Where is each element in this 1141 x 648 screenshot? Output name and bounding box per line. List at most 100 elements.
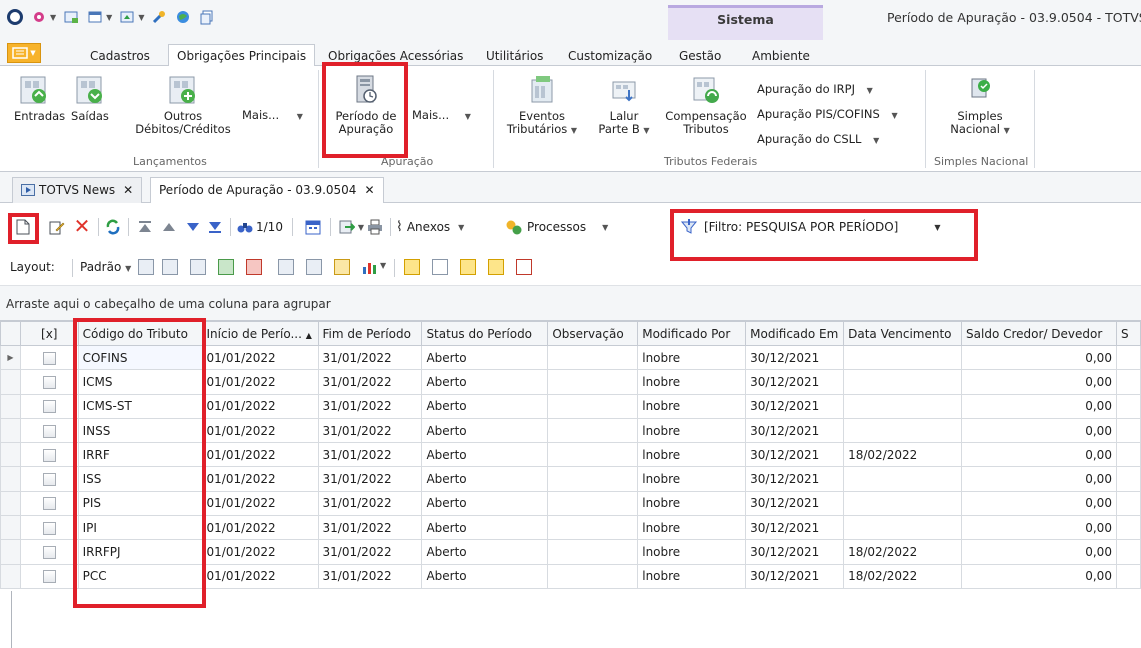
cell-status-periodo[interactable]: Aberto (421, 539, 549, 565)
chevron-down-icon[interactable]: ▼ (106, 13, 112, 22)
row-checkbox[interactable] (42, 351, 56, 365)
cell-data-vencimento[interactable]: 18/02/2022 (843, 563, 963, 589)
group-by-panel[interactable]: Arraste aqui o cabeçalho de uma coluna p… (0, 285, 1141, 321)
table-row[interactable]: ICMS 01/01/2022 31/01/2022 Aberto lnobre 30/1… (0, 369, 1141, 395)
close-icon[interactable]: ✕ (123, 183, 133, 197)
layout-import-icon[interactable] (246, 259, 262, 275)
cell-s[interactable] (1115, 515, 1141, 541)
row-indicator[interactable] (0, 539, 21, 565)
report-icon[interactable] (118, 8, 136, 26)
new-record-icon[interactable] (14, 218, 32, 236)
chart-icon[interactable] (362, 259, 378, 275)
cell-data-vencimento[interactable] (843, 466, 963, 492)
cell-data-vencimento[interactable] (843, 393, 963, 419)
layout-grid-icon[interactable] (190, 259, 206, 275)
entradas-button[interactable]: Entradas (14, 74, 65, 123)
row-checkbox[interactable] (42, 546, 56, 560)
cell-fim-periodo[interactable]: 31/01/2022 (317, 466, 423, 492)
layout-export-icon[interactable] (218, 259, 234, 275)
cell-observacao[interactable] (547, 490, 639, 517)
tab-customizacao[interactable]: Customização (568, 49, 652, 63)
cell-status-periodo[interactable]: Aberto (421, 344, 549, 371)
row-indicator[interactable] (0, 563, 21, 589)
row-indicator[interactable] (0, 466, 21, 492)
cell-status-periodo[interactable]: Aberto (421, 563, 549, 589)
cell-codigo-tributo[interactable]: ISS (77, 466, 203, 492)
column-header-modificado-em[interactable]: Modificado Em (745, 321, 845, 346)
cell-status-periodo[interactable]: Aberto (421, 369, 549, 395)
cell-fim-periodo[interactable]: 31/01/2022 (317, 539, 423, 565)
row-indicator[interactable] (0, 393, 21, 419)
copy-icon[interactable] (198, 8, 216, 26)
cell-observacao[interactable] (547, 442, 639, 468)
cell-modificado-em[interactable]: 30/12/2021 (745, 490, 845, 517)
export-icon[interactable] (338, 218, 356, 236)
cell-modificado-em[interactable]: 30/12/2021 (745, 515, 845, 541)
cell-modificado-por[interactable]: lnobre (637, 563, 747, 589)
cell-saldo[interactable]: 0,00 (961, 369, 1117, 395)
tab-gestao[interactable]: Gestão (679, 49, 721, 63)
cell-data-vencimento[interactable] (843, 417, 963, 444)
close-icon[interactable]: ✕ (364, 183, 374, 197)
column-header-observacao[interactable]: Observação (547, 321, 639, 346)
print-icon[interactable] (366, 218, 384, 236)
tab-ambiente[interactable]: Ambiente (752, 49, 810, 63)
cell-status-periodo[interactable]: Aberto (421, 515, 549, 541)
window-icon[interactable] (86, 8, 104, 26)
table-row[interactable]: PIS 01/01/2022 31/01/2022 Aberto lnobre 30/12… (0, 490, 1141, 517)
cell-modificado-por[interactable]: lnobre (637, 369, 747, 395)
apuracao-irpj-button[interactable]: Apuração do IRPJ ▼ (757, 82, 873, 96)
tab-obrigacoes-principais[interactable]: Obrigações Principais (168, 44, 316, 67)
tab-obrigacoes-acessorias[interactable]: Obrigações Acessórias (328, 49, 463, 63)
outros-debitos-creditos-button[interactable]: Outros Débitos/Créditos (128, 74, 238, 136)
layout-columns-icon[interactable] (162, 259, 178, 275)
column-header-s[interactable]: S (1115, 321, 1141, 346)
saidas-button[interactable]: Saídas (70, 74, 110, 123)
cell-inicio-periodo[interactable]: 01/01/2022 (201, 490, 319, 517)
calendar-icon[interactable] (304, 218, 322, 236)
cell-observacao[interactable] (547, 539, 639, 565)
cell-modificado-em[interactable]: 30/12/2021 (745, 539, 845, 565)
apuracao-csll-button[interactable]: Apuração do CSLL ▼ (757, 132, 879, 146)
cell-data-vencimento[interactable] (843, 490, 963, 517)
row-indicator[interactable] (0, 442, 21, 468)
cell-observacao[interactable] (547, 417, 639, 444)
settings-icon[interactable] (30, 8, 48, 26)
cell-status-periodo[interactable]: Aberto (421, 393, 549, 419)
cell-s[interactable] (1115, 369, 1141, 395)
table-row[interactable]: IPI 01/01/2022 31/01/2022 Aberto lnobre 30/12… (0, 515, 1141, 541)
cell-saldo[interactable]: 0,00 (961, 515, 1117, 541)
layout-padrao-dropdown[interactable]: Padrão ▼ (80, 260, 131, 274)
mais-apuracao-button[interactable]: Mais... ▼ (412, 108, 471, 122)
refresh-icon[interactable] (104, 218, 122, 236)
cell-s[interactable] (1115, 539, 1141, 565)
cell-saldo[interactable]: 0,00 (961, 417, 1117, 444)
previous-record-icon[interactable] (160, 218, 178, 236)
cell-codigo-tributo[interactable]: PIS (77, 490, 203, 517)
row-checkbox[interactable] (42, 400, 56, 414)
row-indicator[interactable]: ▶ (0, 344, 21, 371)
cell-s[interactable] (1115, 563, 1141, 589)
doc-tab-totvs-news[interactable]: TOTVS News ✕ (12, 177, 143, 203)
tab-cadastros[interactable]: Cadastros (90, 49, 150, 63)
chevron-down-icon[interactable]: ▼ (138, 13, 144, 22)
table-row[interactable]: IRRFPJ 01/01/2022 31/01/2022 Aberto lnobre 30… (0, 539, 1141, 565)
apuracao-pis-cofins-button[interactable]: Apuração PIS/COFINS ▼ (757, 107, 898, 121)
cell-inicio-periodo[interactable]: 01/01/2022 (201, 466, 319, 492)
cell-data-vencimento[interactable] (843, 515, 963, 541)
next-record-icon[interactable] (184, 218, 202, 236)
processos-button[interactable]: Processos ▼ (505, 217, 608, 237)
cell-inicio-periodo[interactable]: 01/01/2022 (201, 417, 319, 444)
mais-lancamentos-button[interactable]: Mais... ▼ (242, 108, 303, 122)
cell-inicio-periodo[interactable]: 01/01/2022 (201, 515, 319, 541)
view-toggle-4-icon[interactable] (488, 259, 504, 275)
cell-fim-periodo[interactable]: 31/01/2022 (317, 417, 423, 444)
column-header-modificado-por[interactable]: Modificado Por (637, 321, 747, 346)
eventos-tributarios-button[interactable]: Eventos Tributários ▼ (497, 74, 587, 137)
cell-modificado-por[interactable]: lnobre (637, 393, 747, 419)
table-row[interactable]: INSS 01/01/2022 31/01/2022 Aberto lnobre 30/1… (0, 417, 1141, 444)
cell-status-periodo[interactable]: Aberto (421, 417, 549, 444)
table-row[interactable]: ▶ COFINS 01/01/2022 31/01/2022 Aberto lnobre 3… (0, 344, 1141, 371)
compensacao-tributos-button[interactable]: Compensação Tributos (660, 74, 752, 136)
cell-modificado-em[interactable]: 30/12/2021 (745, 393, 845, 419)
